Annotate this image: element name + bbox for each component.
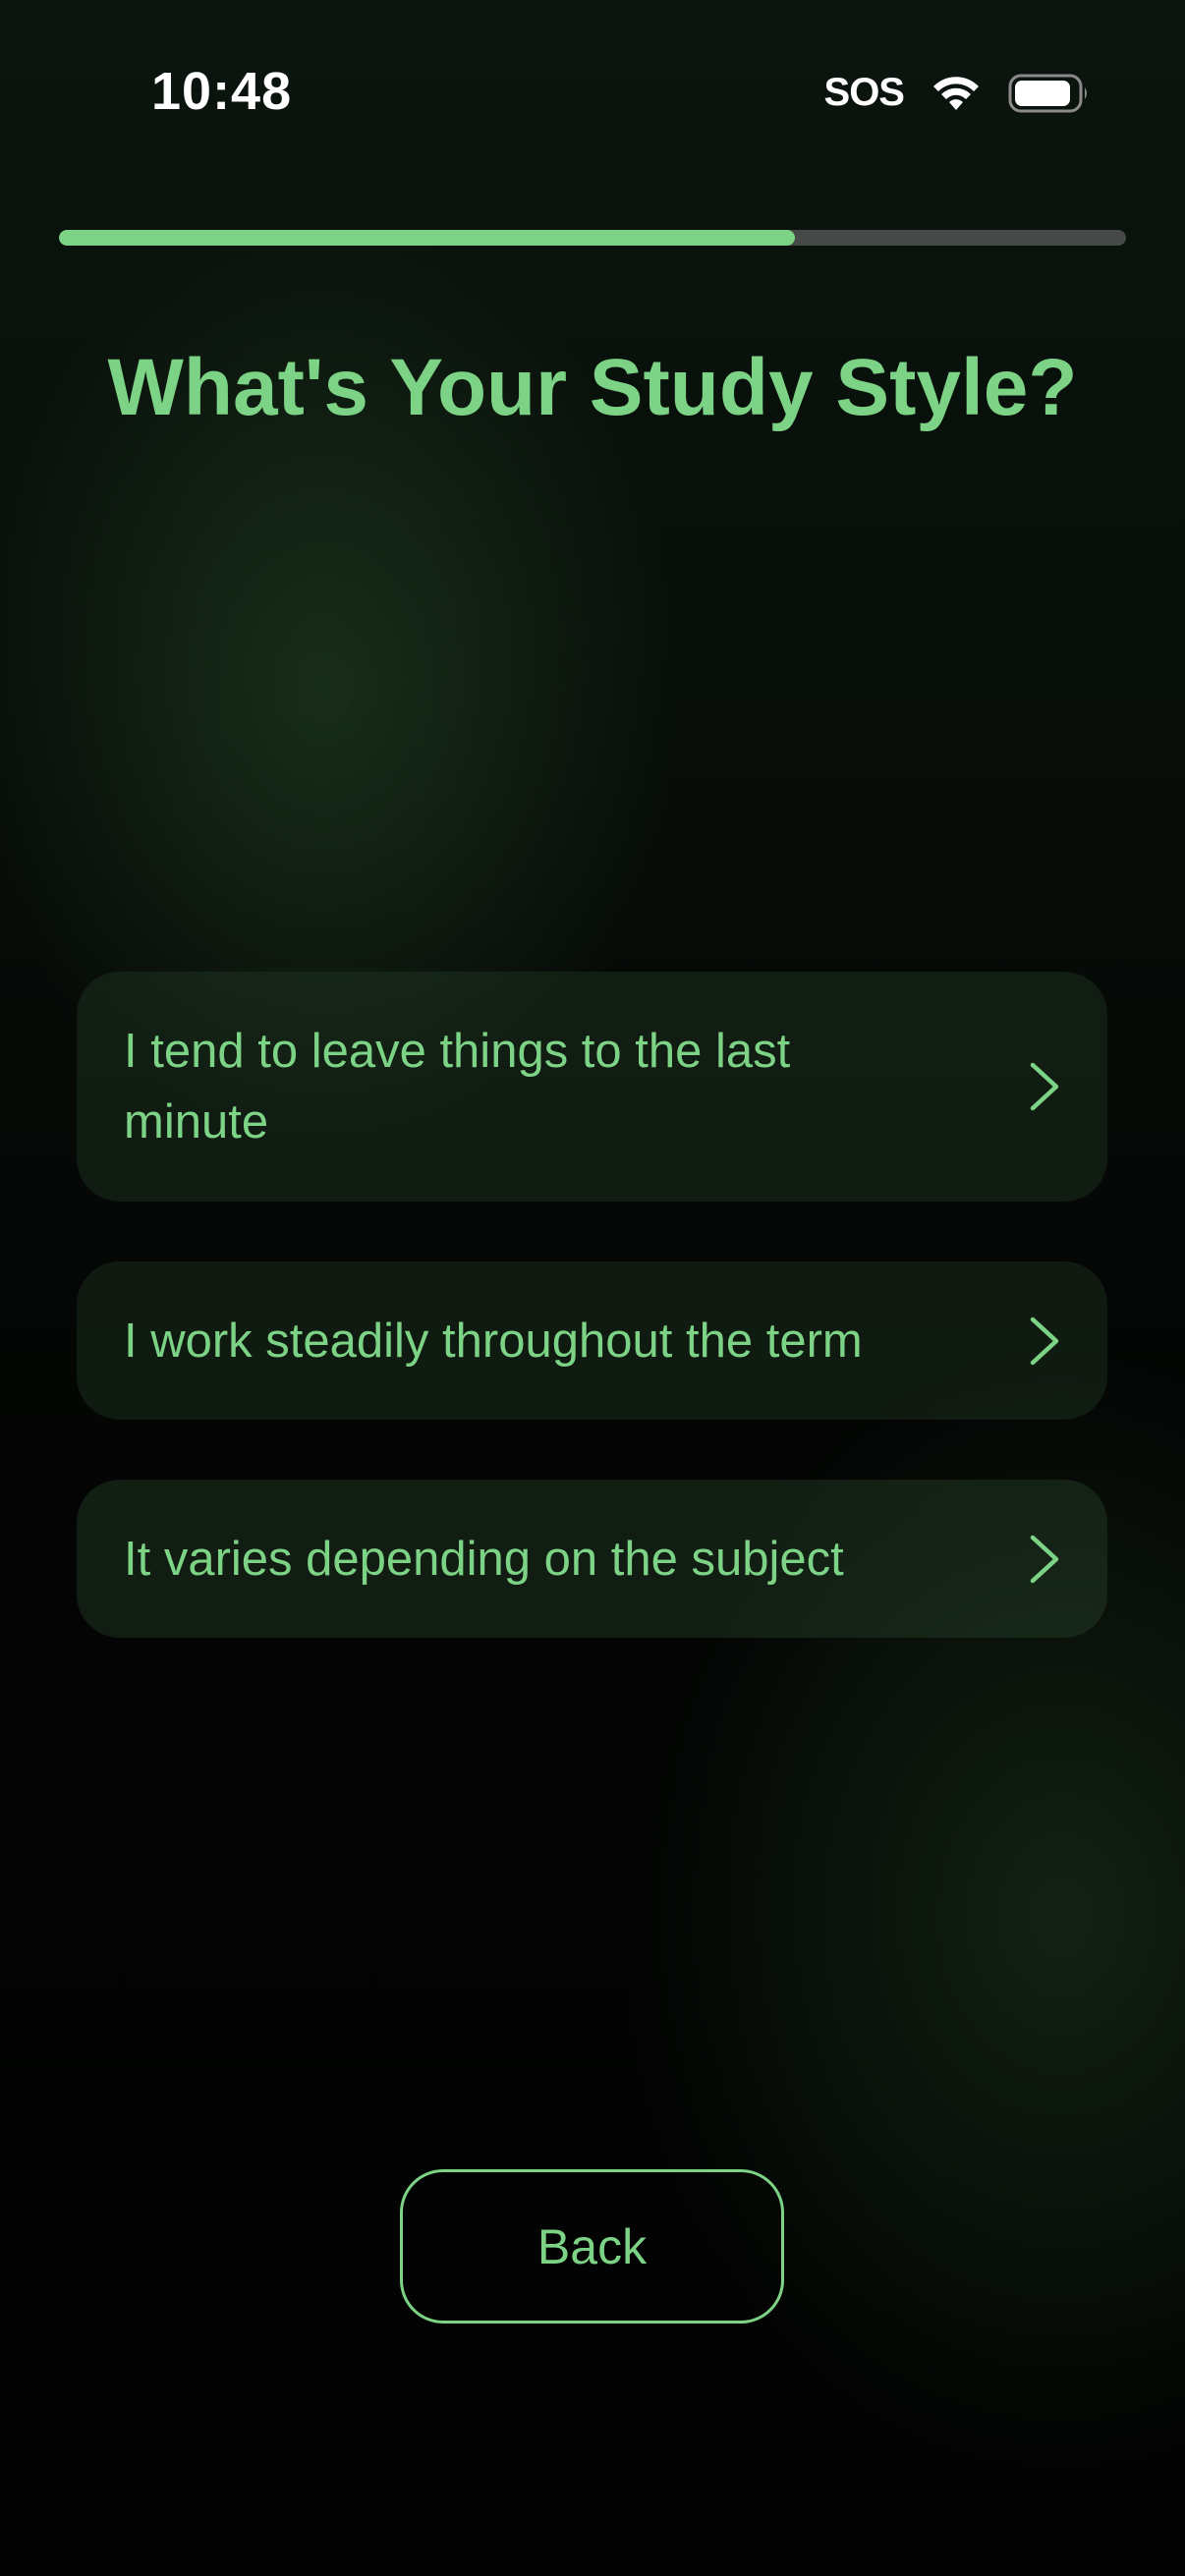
option-steady[interactable]: I work steadily throughout the term bbox=[77, 1261, 1107, 1420]
chevron-right-icon bbox=[1030, 1316, 1059, 1365]
option-last-minute[interactable]: I tend to leave things to the last minut… bbox=[77, 972, 1107, 1202]
wifi-icon bbox=[933, 76, 979, 110]
status-indicators: SOS bbox=[824, 71, 1091, 115]
chevron-right-icon bbox=[1030, 1062, 1059, 1111]
option-label: It varies depending on the subject bbox=[124, 1532, 844, 1586]
option-label: I work steadily throughout the term bbox=[124, 1314, 863, 1368]
progress-bar bbox=[59, 230, 1126, 246]
status-bar: 10:48 SOS bbox=[0, 0, 1185, 187]
option-varies[interactable]: It varies depending on the subject bbox=[77, 1480, 1107, 1638]
back-button[interactable]: Back bbox=[400, 2169, 784, 2324]
sos-label: SOS bbox=[823, 71, 905, 114]
chevron-right-icon bbox=[1030, 1535, 1059, 1583]
page-title: What's Your Study Style? bbox=[107, 343, 1078, 432]
status-time: 10:48 bbox=[151, 62, 293, 121]
option-label: I tend to leave things to the last minut… bbox=[124, 1025, 791, 1148]
progress-fill bbox=[59, 230, 796, 246]
battery-icon bbox=[1008, 74, 1087, 112]
